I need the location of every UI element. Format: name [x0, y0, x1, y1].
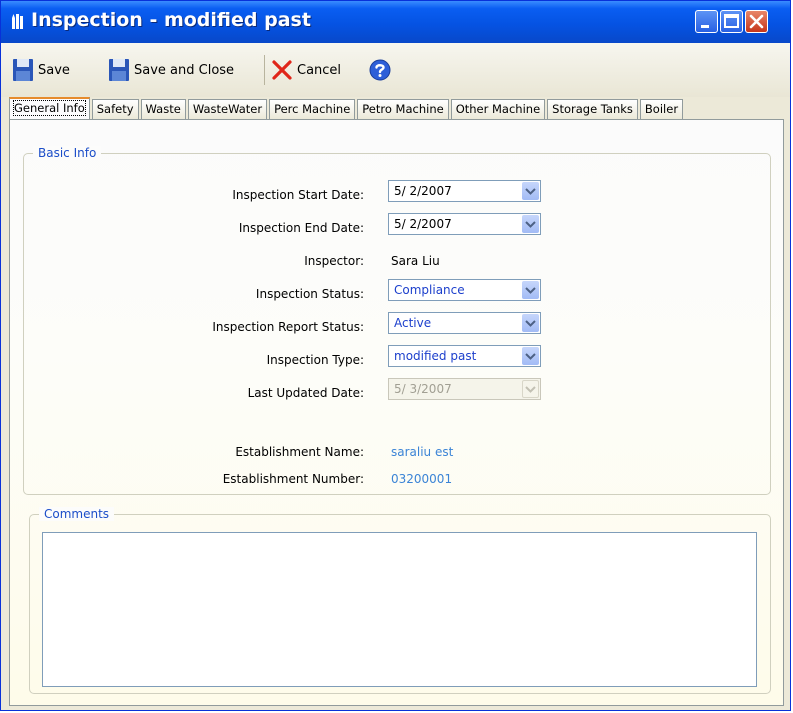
save-and-close-label: Save and Close	[134, 62, 235, 78]
save-button[interactable]: Save	[12, 57, 70, 83]
chevron-down-icon[interactable]	[522, 281, 539, 299]
comments-textarea[interactable]	[42, 532, 757, 687]
tab-petro-machine[interactable]: Petro Machine	[357, 99, 449, 119]
tab-strip: General Info Safety Waste WasteWater Per…	[9, 97, 685, 119]
report-status-value: Active	[394, 316, 432, 330]
last-updated-value: 5/ 3/2007	[394, 382, 452, 396]
tab-boiler[interactable]: Boiler	[639, 99, 684, 119]
tab-wastewater[interactable]: WasteWater	[187, 99, 268, 119]
minimize-button[interactable]	[695, 10, 718, 33]
chevron-down-icon[interactable]	[522, 182, 539, 200]
toolbar-separator	[264, 55, 265, 85]
last-updated-picker: 5/ 3/2007	[388, 378, 541, 400]
tab-safety[interactable]: Safety	[91, 99, 139, 119]
app-icon	[12, 14, 23, 29]
inspection-type-select[interactable]: modified past	[388, 345, 541, 367]
chevron-down-icon[interactable]	[522, 314, 539, 332]
cancel-x-icon	[272, 60, 292, 80]
general-info-panel: Basic Info Inspection Start Date: 5/ 2/2…	[9, 119, 784, 706]
last-updated-label: Last Updated Date:	[247, 386, 364, 400]
establishment-number-label: Establishment Number:	[222, 472, 364, 486]
start-date-value: 5/ 2/2007	[394, 184, 452, 198]
cancel-button[interactable]: Cancel	[271, 57, 341, 83]
tab-storage-tanks[interactable]: Storage Tanks	[547, 99, 638, 119]
chevron-down-icon	[522, 380, 539, 398]
report-status-label: Inspection Report Status:	[212, 320, 364, 334]
tab-other-machine[interactable]: Other Machine	[450, 99, 546, 119]
end-date-value: 5/ 2/2007	[394, 217, 452, 231]
start-date-picker[interactable]: 5/ 2/2007	[388, 180, 541, 202]
comments-legend: Comments	[39, 507, 115, 521]
inspection-status-select[interactable]: Compliance	[388, 279, 541, 301]
basic-info-legend: Basic Info	[33, 146, 102, 160]
inspector-value: Sara Liu	[391, 254, 440, 268]
inspection-window: Inspection - modified past Save Save and…	[0, 0, 791, 711]
inspection-status-label: Inspection Status:	[255, 287, 364, 301]
basic-info-group: Basic Info Inspection Start Date: 5/ 2/2…	[23, 146, 771, 495]
chevron-down-icon[interactable]	[522, 347, 539, 365]
title-bar[interactable]: Inspection - modified past	[1, 1, 790, 43]
end-date-picker[interactable]: 5/ 2/2007	[388, 213, 541, 235]
tab-general-info[interactable]: General Info	[9, 97, 90, 119]
inspection-type-label: Inspection Type:	[266, 353, 364, 367]
establishment-name-label: Establishment Name:	[235, 445, 364, 459]
report-status-select[interactable]: Active	[388, 312, 541, 334]
establishment-number-link[interactable]: 03200001	[391, 472, 452, 486]
toolbar: Save Save and Close Cancel	[1, 43, 790, 97]
establishment-name-link[interactable]: saraliu est	[391, 445, 453, 459]
cancel-label: Cancel	[297, 62, 342, 78]
maximize-button[interactable]	[720, 10, 743, 33]
save-and-close-button[interactable]: Save and Close	[108, 57, 234, 83]
maximize-icon	[724, 14, 739, 28]
inspection-type-value: modified past	[394, 349, 477, 363]
save-label: Save	[38, 62, 70, 78]
tab-perc-machine[interactable]: Perc Machine	[269, 99, 356, 119]
tab-waste[interactable]: Waste	[140, 99, 186, 119]
inspector-label: Inspector:	[304, 254, 364, 268]
close-icon	[749, 14, 764, 29]
inspection-status-value: Compliance	[394, 283, 465, 297]
floppy-disk-icon	[109, 59, 129, 81]
start-date-label: Inspection Start Date:	[232, 188, 364, 202]
end-date-label: Inspection End Date:	[238, 221, 364, 235]
help-icon[interactable]	[369, 59, 391, 81]
chevron-down-icon[interactable]	[522, 215, 539, 233]
minimize-icon	[701, 25, 709, 28]
close-button[interactable]	[745, 10, 768, 33]
window-title: Inspection - modified past	[31, 9, 311, 31]
comments-group: Comments	[29, 507, 771, 694]
floppy-disk-icon	[13, 59, 33, 81]
